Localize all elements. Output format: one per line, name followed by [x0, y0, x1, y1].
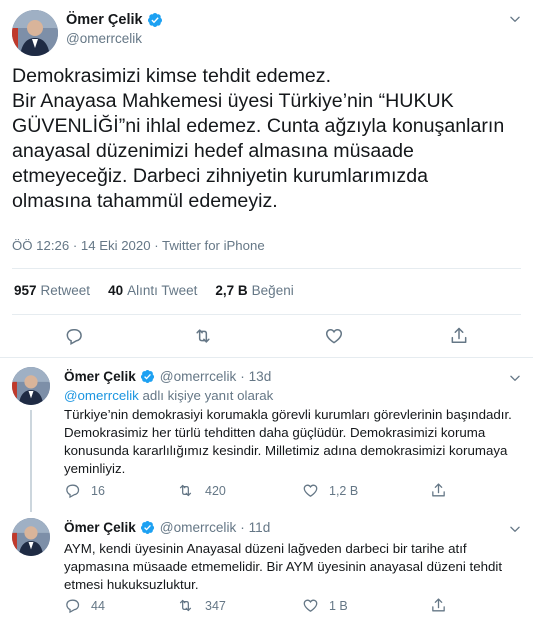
reply-text-line: etmesi hukuksuzluktur.: [64, 577, 199, 592]
reply-icon: [66, 484, 80, 499]
verified-badge-icon: [140, 369, 155, 384]
author-name-row: Ömer Çelik: [66, 12, 163, 28]
reply-text-line: Demokrasimiz her türlü tehditten daha gü…: [64, 425, 486, 440]
tweet-stats: 957 Retweet 40 Alıntı Tweet 2,7 B Beğeni: [14, 283, 294, 298]
avatar-image: [12, 518, 50, 556]
author-name[interactable]: Ömer Çelik: [64, 520, 136, 535]
retweet-icon: [179, 599, 192, 612]
tweet-text-line: etmeyeceğiz. Darbeci zihniyetin kurumlar…: [12, 165, 428, 187]
share-icon: [451, 327, 467, 343]
retweet-button[interactable]: 420: [176, 482, 226, 499]
author-handle[interactable]: @omerrcelik: [160, 520, 237, 535]
divider: [12, 314, 521, 315]
reply-text-line: Türkiye’nin demokrasiyi korumakla görevl…: [64, 407, 512, 422]
avatar-image: [12, 10, 58, 56]
like-stat[interactable]: 2,7 B Beğeni: [215, 283, 293, 298]
retweet-label: Retweet: [40, 283, 91, 298]
author-name[interactable]: Ömer Çelik: [64, 369, 136, 384]
divider: [0, 357, 533, 358]
share-icon: [432, 598, 445, 612]
share-icon: [432, 483, 445, 497]
retweet-icon: [196, 329, 210, 343]
like-count: 2,7 B: [215, 283, 248, 298]
like-button[interactable]: 1,2 B: [302, 482, 358, 499]
reply-icon: [66, 329, 82, 346]
like-label: Beğeni: [251, 283, 294, 298]
reply-button[interactable]: [64, 326, 84, 346]
tweet-text-line: olmasına tahammül edemeyiz.: [12, 190, 278, 212]
author-handle[interactable]: @omerrcelik: [66, 31, 142, 46]
like-count: 1,2 B: [329, 483, 359, 498]
reply-header: Ömer Çelik @omerrcelik · 11d: [64, 520, 270, 535]
retweet-button[interactable]: [192, 326, 214, 346]
thread-line: [30, 410, 32, 512]
divider: [12, 268, 521, 269]
reply-button[interactable]: 16: [64, 482, 105, 499]
share-button[interactable]: [449, 326, 469, 346]
retweet-stat[interactable]: 957 Retweet: [14, 283, 90, 298]
quote-stat[interactable]: 40 Alıntı Tweet: [108, 283, 197, 298]
retweet-button[interactable]: 347: [176, 597, 226, 614]
retweet-count: 957: [14, 283, 37, 298]
author-handle-row: @omerrcelik: [66, 31, 142, 46]
share-button[interactable]: [430, 482, 447, 499]
reply-text-line: AYM, kendi üyesinin Anayasal düzeni lağv…: [64, 541, 467, 556]
quote-count: 40: [108, 283, 124, 298]
like-button[interactable]: 1 B: [302, 597, 348, 614]
reply-text-line: konusunda kararlılığımız kesindir. Mille…: [64, 443, 508, 458]
like-icon: [303, 484, 318, 497]
avatar-image: [12, 367, 50, 405]
like-icon: [325, 328, 343, 344]
reply-to-suffix: adlı kişiye yanıt olarak: [138, 388, 274, 403]
reply-button[interactable]: 44: [64, 597, 105, 614]
tweet-text-line: Demokrasimizi kimse tehdit edemez.: [12, 65, 332, 87]
avatar[interactable]: [12, 518, 50, 556]
avatar[interactable]: [12, 10, 58, 56]
retweet-icon: [179, 484, 192, 497]
tweet-timestamp[interactable]: ÖÖ 12:26 · 14 Eki 2020 · Twitter for iPh…: [12, 238, 265, 253]
author-handle[interactable]: @omerrcelik: [160, 369, 237, 384]
reply-time[interactable]: · 13d: [240, 369, 271, 384]
reply-text-line: yapmasına müsaade etmemelidir. Bir AYM ü…: [64, 559, 503, 574]
reply-text: Türkiye’nin demokrasiyi korumakla görevl…: [64, 406, 512, 478]
retweet-count: 420: [205, 483, 226, 498]
reply-count: 44: [91, 598, 105, 613]
avatar[interactable]: [12, 367, 50, 405]
tweet-text-line: GÜVENLİĞİ”ni ihlal edemez. Cunta ağzıyla…: [12, 115, 505, 137]
share-button[interactable]: [430, 597, 447, 614]
reply-header: Ömer Çelik @omerrcelik · 13d: [64, 369, 271, 384]
reply-time[interactable]: · 11d: [240, 520, 270, 535]
chevron-down-icon[interactable]: [508, 522, 522, 536]
chevron-down-icon[interactable]: [508, 12, 522, 26]
reply-text: AYM, kendi üyesinin Anayasal düzeni lağv…: [64, 540, 502, 594]
replying-to: @omerrcelik adlı kişiye yanıt olarak: [64, 388, 273, 403]
verified-badge-icon: [147, 12, 163, 28]
chevron-down-icon[interactable]: [508, 371, 522, 385]
author-name[interactable]: Ömer Çelik: [66, 12, 143, 28]
reply-to-handle-link[interactable]: @omerrcelik: [64, 388, 139, 403]
reply-icon: [66, 599, 80, 614]
like-button[interactable]: [324, 326, 344, 346]
tweet-text-line: anayasal düzenimizi hedef almasına müsaa…: [12, 140, 414, 162]
reply-count: 16: [91, 483, 105, 498]
tweet-text-line: Bir Anayasa Mahkemesi üyesi Türkiye’nin …: [12, 90, 454, 112]
tweet-text: Demokrasimizi kimse tehdit edemez. Bir A…: [12, 64, 522, 214]
verified-badge-icon: [140, 520, 155, 535]
like-count: 1 B: [329, 598, 348, 613]
quote-label: Alıntı Tweet: [127, 283, 198, 298]
like-icon: [303, 599, 318, 612]
reply-text-line: yeminliyiz.: [64, 461, 126, 476]
retweet-count: 347: [205, 598, 226, 613]
